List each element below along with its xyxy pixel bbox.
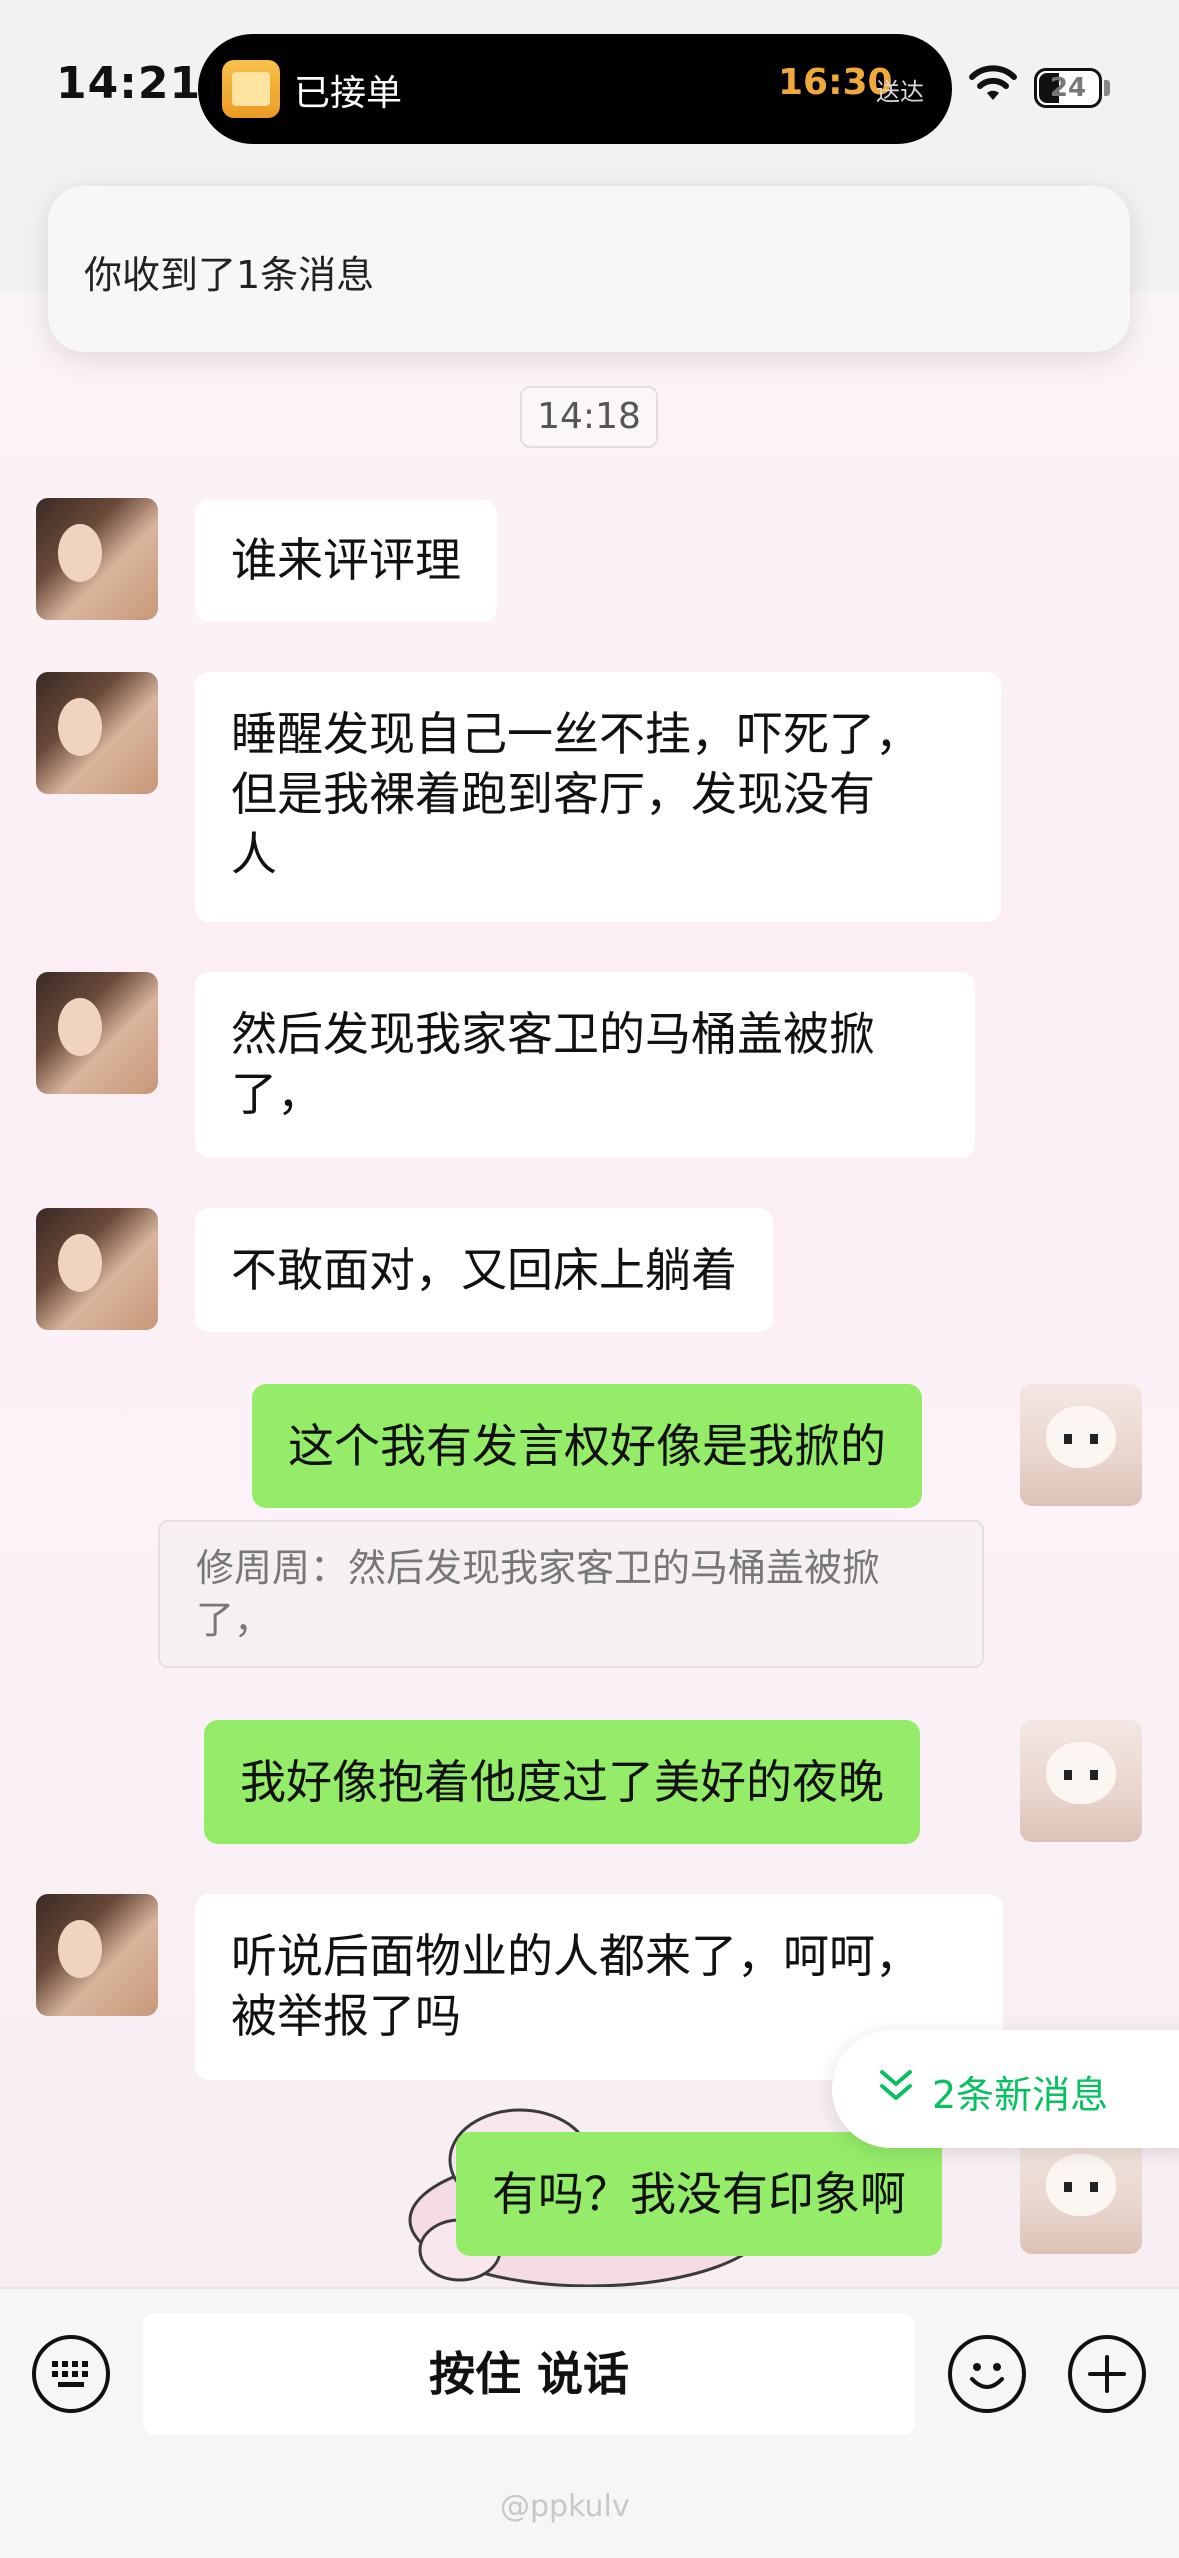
notification-text: 你收到了1条消息 xyxy=(84,253,375,297)
quoted-message[interactable]: 修周周：然后发现我家客卫的马桶盖被掀 了， xyxy=(158,1520,984,1668)
keyboard-icon[interactable] xyxy=(32,2335,110,2413)
status-time: 14:21 xyxy=(56,58,202,109)
contact-avatar[interactable] xyxy=(36,498,158,620)
contact-avatar[interactable] xyxy=(36,972,158,1094)
wifi-icon xyxy=(969,65,1017,100)
message-bubble-received[interactable]: 睡醒发现自己一丝不挂，吓死了， 但是我裸着跑到客厅，发现没有 人 xyxy=(195,672,1001,922)
quote-text-line: 了， xyxy=(196,1598,273,1642)
message-bubble-received[interactable]: 然后发现我家客卫的马桶盖被掀 了， xyxy=(195,972,975,1158)
user-avatar[interactable] xyxy=(1020,2132,1142,2254)
contact-avatar[interactable] xyxy=(36,1894,158,2016)
emoji-icon[interactable] xyxy=(948,2335,1026,2413)
battery-icon: 24 xyxy=(1034,68,1102,108)
message-bubble-received[interactable]: 谁来评评理 xyxy=(195,500,497,622)
user-avatar[interactable] xyxy=(1020,1720,1142,1842)
message-text: 谁来评评理 xyxy=(231,533,461,587)
message-text-line: 但是我裸着跑到客厅，发现没有 xyxy=(231,767,875,821)
notification-banner[interactable]: 你收到了1条消息 xyxy=(48,186,1130,352)
order-status: 已接单 xyxy=(294,73,403,114)
battery-cap xyxy=(1104,80,1110,96)
double-chevron-down-icon xyxy=(880,2070,912,2100)
new-messages-label: 2条新消息 xyxy=(932,2073,1109,2117)
plus-icon[interactable] xyxy=(1068,2335,1146,2413)
message-text-line: 人 xyxy=(231,827,277,881)
chat-timestamp: 14:18 xyxy=(520,386,658,448)
quote-text-line: 修周周：然后发现我家客卫的马桶盖被掀 xyxy=(196,1546,881,1590)
status-bar: 14:21 已接单 16:30 送达 24 xyxy=(0,0,1179,180)
message-text-line: 被举报了吗 xyxy=(231,1989,461,2043)
dynamic-island-live-activity[interactable]: 已接单 16:30 送达 xyxy=(198,34,952,144)
message-text-line: 了， xyxy=(231,1067,323,1121)
new-messages-button[interactable]: 2条新消息 xyxy=(832,2030,1179,2148)
contact-avatar[interactable] xyxy=(36,1208,158,1330)
message-text-line: 睡醒发现自己一丝不挂，吓死了， xyxy=(231,707,921,761)
battery-level: 24 xyxy=(1049,73,1087,103)
message-text: 这个我有发言权好像是我掀的 xyxy=(288,1419,886,1473)
hold-to-talk-button[interactable]: 按住 说话 xyxy=(143,2313,915,2435)
message-bubble-received[interactable]: 不敢面对，又回床上躺着 xyxy=(195,1208,773,1332)
message-text-line: 然后发现我家客卫的马桶盖被掀 xyxy=(231,1007,875,1061)
message-text: 我好像抱着他度过了美好的夜晚 xyxy=(240,1755,884,1809)
delivery-box-icon xyxy=(222,60,280,118)
message-text: 有吗？我没有印象啊 xyxy=(492,2167,906,2221)
message-text-line: 听说后面物业的人都来了，呵呵， xyxy=(231,1929,921,1983)
message-text: 不敢面对，又回床上躺着 xyxy=(231,1243,737,1297)
message-bubble-sent[interactable]: 有吗？我没有印象啊 xyxy=(456,2132,942,2256)
message-bubble-sent[interactable]: 我好像抱着他度过了美好的夜晚 xyxy=(204,1720,920,1844)
watermark: @ppkulv xyxy=(500,2489,630,2524)
input-bar: 按住 说话 @ppkulv xyxy=(0,2287,1179,2558)
user-avatar[interactable] xyxy=(1020,1384,1142,1506)
contact-avatar[interactable] xyxy=(36,672,158,794)
delivery-eta-suffix: 送达 xyxy=(876,78,924,106)
message-bubble-sent[interactable]: 这个我有发言权好像是我掀的 xyxy=(252,1384,922,1508)
